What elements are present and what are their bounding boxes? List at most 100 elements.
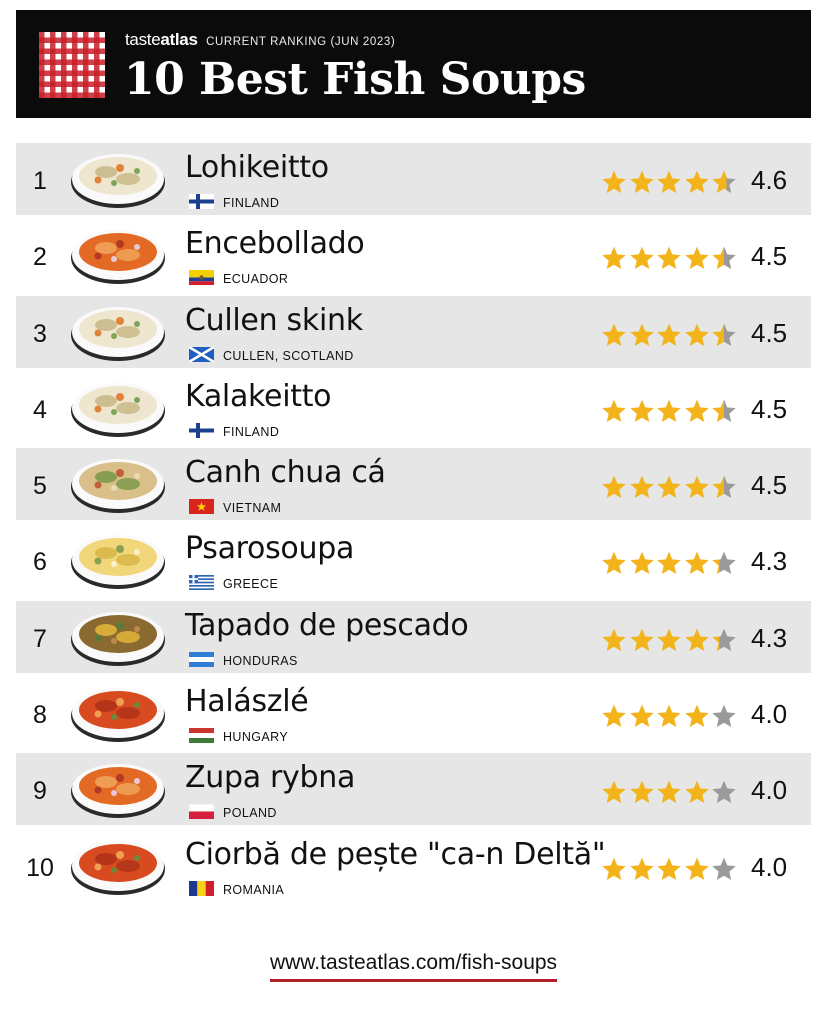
rank-number: 8 bbox=[33, 701, 47, 730]
soup-bowl-image[interactable] bbox=[70, 377, 166, 439]
star-icon bbox=[684, 704, 709, 728]
rank-number: 2 bbox=[33, 243, 47, 272]
rating-value: 4.6 bbox=[751, 165, 788, 195]
list-item[interactable]: 8 Halászlé HUNGARY 4.0 bbox=[16, 675, 811, 751]
star-icon bbox=[602, 475, 626, 499]
star-icon bbox=[629, 475, 654, 499]
star-icon bbox=[657, 552, 681, 575]
rating-value: 4.5 bbox=[751, 470, 788, 501]
country-label[interactable]: VIETNAM bbox=[223, 501, 281, 515]
dish-name[interactable]: Cullen skink bbox=[185, 303, 363, 338]
star-icon bbox=[602, 704, 626, 728]
ranking-list: 1 Lohikeitto FINLAND 4.6 2 Encebollado ECUA… bbox=[16, 141, 811, 904]
star-rating bbox=[601, 779, 739, 805]
star-icon bbox=[629, 781, 654, 804]
country-label[interactable]: ROMANIA bbox=[223, 883, 284, 897]
star-icon bbox=[657, 628, 681, 651]
star-icon bbox=[712, 399, 736, 422]
list-item[interactable]: 6 Psarosoupa GREECE 4.3 bbox=[16, 522, 811, 598]
country-label[interactable]: CULLEN, SCOTLAND bbox=[223, 349, 354, 363]
star-rating bbox=[601, 169, 739, 195]
soup-bowl-image[interactable] bbox=[70, 682, 166, 744]
star-icon bbox=[712, 475, 736, 499]
dish-name[interactable]: Halászlé bbox=[185, 684, 309, 719]
dish-name[interactable]: Ciorbă de pește "ca-n Deltă" bbox=[185, 837, 606, 872]
flag-poland-icon bbox=[189, 804, 214, 820]
star-icon bbox=[602, 170, 626, 194]
rating-value: 4.5 bbox=[751, 393, 788, 424]
brand-regular: taste bbox=[125, 30, 161, 49]
star-rating bbox=[601, 550, 739, 576]
dish-name[interactable]: Encebollado bbox=[185, 226, 365, 261]
dish-name[interactable]: Canh chua cá bbox=[185, 455, 386, 490]
soup-bowl-image[interactable] bbox=[70, 453, 166, 515]
country-label[interactable]: FINLAND bbox=[223, 196, 279, 210]
star-icon bbox=[657, 704, 681, 728]
star-icon bbox=[684, 323, 709, 346]
dish-name[interactable]: Tapado de pescado bbox=[185, 608, 469, 643]
flag-finland-icon bbox=[189, 422, 214, 438]
country-label[interactable]: ECUADOR bbox=[223, 272, 288, 286]
country-label[interactable]: FINLAND bbox=[223, 425, 279, 439]
star-icon bbox=[684, 552, 709, 575]
star-icon bbox=[602, 781, 626, 804]
dish-name[interactable]: Kalakeitto bbox=[185, 379, 332, 414]
country-label[interactable]: HUNGARY bbox=[223, 730, 288, 744]
star-icon bbox=[657, 781, 681, 804]
soup-bowl-image[interactable] bbox=[70, 224, 166, 286]
soup-bowl-image[interactable] bbox=[70, 606, 166, 668]
country-label[interactable]: GREECE bbox=[223, 577, 278, 591]
star-icon bbox=[712, 323, 736, 346]
star-icon bbox=[629, 323, 654, 346]
country-label[interactable]: HONDURAS bbox=[223, 654, 298, 668]
rating-value: 4.3 bbox=[751, 546, 788, 577]
star-icon bbox=[629, 170, 654, 194]
star-icon bbox=[684, 399, 709, 422]
star-icon bbox=[712, 704, 736, 728]
footer: www.tasteatlas.com/fish-soups bbox=[0, 951, 827, 982]
flag-romania-icon bbox=[189, 880, 214, 896]
list-item[interactable]: 3 Cullen skink CULLEN, SCOTLAND 4.5 bbox=[16, 294, 811, 370]
soup-bowl-image[interactable] bbox=[70, 301, 166, 363]
rank-number: 7 bbox=[33, 624, 47, 653]
dish-name[interactable]: Zupa rybna bbox=[185, 760, 355, 795]
flag-vietnam-icon bbox=[189, 499, 214, 515]
rating-value: 4.3 bbox=[751, 622, 788, 653]
brand-logo[interactable]: tasteatlas bbox=[125, 30, 198, 49]
source-link[interactable]: www.tasteatlas.com/fish-soups bbox=[269, 951, 558, 982]
dish-name[interactable]: Lohikeitto bbox=[185, 150, 329, 185]
rank-number: 5 bbox=[33, 472, 47, 501]
rank-number: 10 bbox=[26, 853, 54, 882]
star-icon bbox=[712, 857, 736, 880]
star-icon bbox=[602, 857, 626, 880]
country-label[interactable]: POLAND bbox=[223, 806, 277, 820]
soup-bowl-image[interactable] bbox=[70, 529, 166, 591]
star-icon bbox=[657, 323, 681, 346]
list-item[interactable]: 1 Lohikeitto FINLAND 4.6 bbox=[16, 141, 811, 217]
brand-line: tasteatlas CURRENT RANKING (JUN 2023) bbox=[125, 30, 395, 50]
star-icon bbox=[629, 399, 654, 422]
rank-number: 3 bbox=[33, 319, 47, 348]
list-item[interactable]: 9 Zupa rybna POLAND 4.0 bbox=[16, 751, 811, 827]
list-item[interactable]: 2 Encebollado ECUADOR 4.5 bbox=[16, 217, 811, 293]
dish-name[interactable]: Psarosoupa bbox=[185, 531, 354, 566]
rating-value: 4.0 bbox=[751, 775, 788, 806]
brand-bold: atlas bbox=[160, 30, 198, 49]
star-icon bbox=[602, 628, 626, 651]
soup-bowl-image[interactable] bbox=[70, 148, 166, 210]
star-icon bbox=[657, 246, 681, 270]
star-icon bbox=[629, 552, 654, 575]
star-icon bbox=[657, 857, 681, 880]
list-item[interactable]: 4 Kalakeitto FINLAND 4.5 bbox=[16, 370, 811, 446]
list-item[interactable]: 7 Tapado de pescado HONDURAS 4.3 bbox=[16, 599, 811, 675]
rating-value: 4.5 bbox=[751, 241, 788, 272]
list-item[interactable]: 5 Canh chua cá VIETNAM 4.5 bbox=[16, 446, 811, 522]
soup-bowl-image[interactable] bbox=[70, 835, 166, 897]
soup-bowl-image[interactable] bbox=[70, 758, 166, 820]
star-rating bbox=[601, 398, 739, 424]
list-item[interactable]: 10 Ciorbă de pește "ca-n Deltă" ROMANIA 4… bbox=[16, 828, 811, 904]
star-rating bbox=[601, 627, 739, 653]
star-rating bbox=[601, 322, 739, 348]
flag-scotland-icon bbox=[189, 346, 214, 362]
star-icon bbox=[602, 399, 626, 422]
